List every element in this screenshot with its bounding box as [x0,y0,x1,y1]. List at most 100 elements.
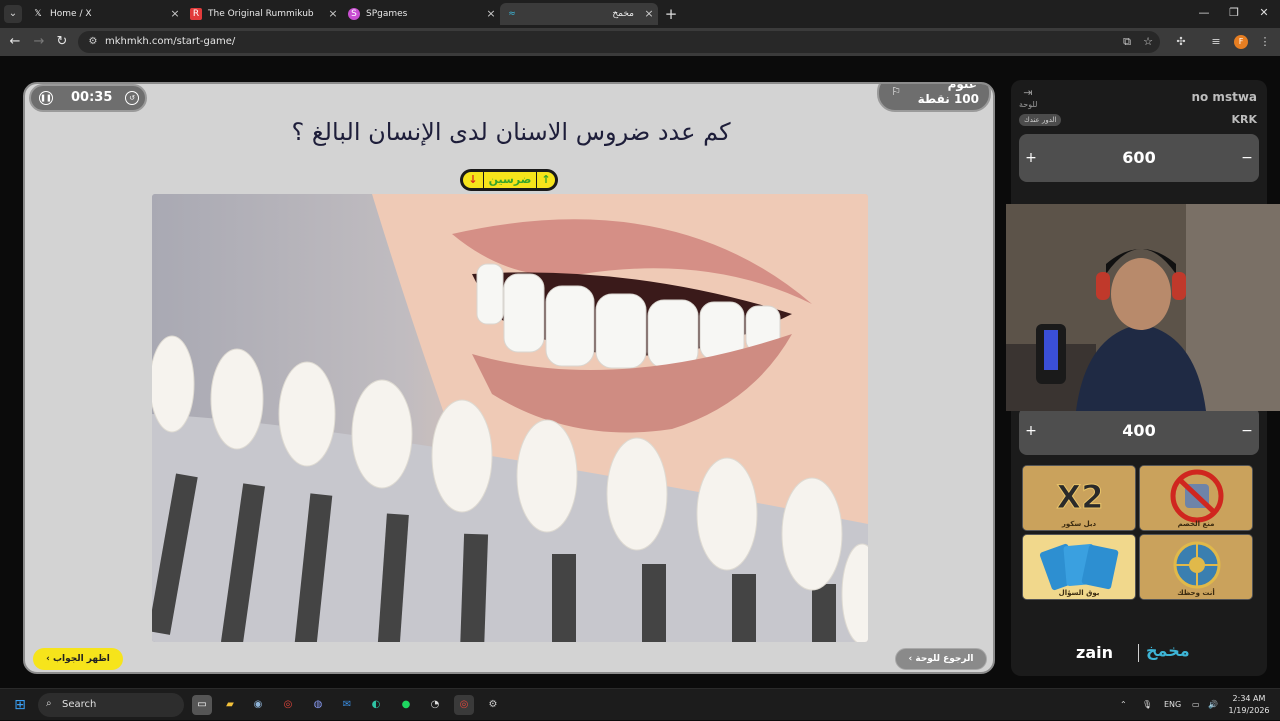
forward-arrow-icon[interactable]: → [30,33,48,51]
edge-icon[interactable]: ◐ [366,695,386,715]
back-to-board-button[interactable]: ‹ الرجوع للوحة [895,648,987,670]
tab-mkhmkh[interactable]: ≈ مخمخ × [500,3,658,25]
chrome-icon[interactable]: ◎ [278,695,298,715]
language-indicator[interactable]: ENG [1164,689,1181,721]
steam-icon[interactable]: ◉ [248,695,268,715]
clock-time: 2:34 AM [1232,694,1266,703]
helper-caption: دبل سكور [1061,520,1097,528]
menu-dots-icon[interactable]: ⋮ [1256,33,1274,51]
back-to-board-label: الرجوع للوحة [915,654,974,664]
close-tab-icon[interactable]: × [484,3,498,25]
mail-icon[interactable]: ✉ [337,695,357,715]
chrome-active-icon[interactable]: ◎ [454,695,474,715]
svg-text:X2: X2 [1057,478,1104,516]
search-label: Search [62,699,97,710]
helper-luck-wheel[interactable]: أنت وحظك [1139,534,1253,600]
minimize-button[interactable]: — [1194,4,1214,22]
reset-timer-icon[interactable]: ↺ [125,91,139,105]
category-pill: ⚐ علوم 100 نقطة [877,82,991,112]
team1-minus-button[interactable]: − [1237,146,1257,170]
close-tab-icon[interactable]: × [168,3,182,25]
tab-title: SPgames [366,9,408,19]
team1-score-box: + 600 − [1019,134,1259,182]
question-panel: ❚❚ 00:35 ↺ ⚐ علوم 100 نقطة كم عدد ضروس ا… [23,82,995,674]
category-name: علوم [947,82,977,91]
discord-icon[interactable]: ◍ [308,695,328,715]
url-text: mkhmkh.com/start-game/ [105,36,236,47]
tab-rummikub[interactable]: R The Original Rummikub × [184,3,342,25]
teeth-photo [152,194,868,642]
exit-board-label: للوحة [1019,100,1038,109]
windows-start-icon[interactable]: ⊞ [10,695,30,715]
arrow-down-icon[interactable]: ↓ [463,172,483,188]
pause-icon[interactable]: ❚❚ [39,91,53,105]
app-icon[interactable]: ◔ [425,695,445,715]
webcam-overlay [1006,204,1280,411]
tab-search-button[interactable]: ⌄ [4,5,22,23]
team2-plus-button[interactable]: + [1021,419,1041,443]
microphone-icon[interactable]: 🎙 [1142,689,1152,721]
helper-caption: منع الخصم [1177,520,1215,528]
taskbar-clock[interactable]: 2:34 AM 1/19/2026 [1224,693,1274,717]
volume-icon[interactable]: 🔊 [1208,689,1218,721]
site-info-icon[interactable]: ⚙ [86,35,100,49]
category-points: 100 نقطة [917,92,979,106]
install-app-icon[interactable]: ⧉ [1118,33,1136,51]
new-tab-button[interactable]: + [664,4,678,24]
helper-block-opponent[interactable]: منع الخصم [1139,465,1253,531]
tab-title: The Original Rummikub [208,9,314,19]
rummikub-icon: R [190,8,202,20]
brand-zain: zain [1076,643,1113,662]
brand-divider [1138,644,1139,662]
profile-avatar[interactable]: F [1234,35,1248,49]
network-icon[interactable]: ▭ [1192,689,1200,721]
spgames-icon: S [348,8,360,20]
browser-toolbar: ← → ↻ ⚙ mkhmkh.com/start-game/ ⧉ ☆ ✣ ≡ F… [0,28,1280,56]
exit-board-icon[interactable]: ⇥ [1021,86,1035,100]
tray-chevron-icon[interactable]: ⌃ [1120,689,1127,721]
timer-value: 00:35 [71,90,113,105]
task-view-icon[interactable]: ▭ [192,695,212,715]
tab-home-x[interactable]: 𝕏 Home / X × [26,3,184,25]
turn-badge: الدور عندك [1019,114,1062,126]
tab-title: مخمخ [612,9,634,19]
restore-button[interactable]: ❐ [1224,4,1244,22]
settings-gear-icon[interactable]: ⚙ [483,695,503,715]
flag-icon[interactable]: ⚐ [889,84,903,100]
address-bar[interactable]: ⚙ mkhmkh.com/start-game/ [78,31,1160,53]
spotify-icon[interactable]: ● [396,695,416,715]
tab-spgames[interactable]: S SPgames × [342,3,500,25]
show-answer-label: اظهر الجواب [52,654,110,664]
x-icon: 𝕏 [34,9,42,19]
taskbar-search[interactable]: ⌕ Search [38,693,184,717]
team1-name: no mstwa [1191,90,1257,104]
close-tab-icon[interactable]: × [326,3,340,25]
webcam-image [1006,204,1280,411]
question-image [152,194,868,642]
tab-title: Home / X [50,9,92,19]
powerup-label: ضرسين [484,172,536,188]
close-tab-icon[interactable]: × [642,3,656,25]
back-arrow-icon[interactable]: ← [6,33,24,51]
helper-call-friend[interactable]: بوق السؤال [1022,534,1136,600]
timer-pill: ❚❚ 00:35 ↺ [29,84,147,112]
browser-tab-bar: ⌄ 𝕏 Home / X × R The Original Rummikub ×… [0,0,1280,28]
helper-caption: أنت وحظك [1177,589,1215,597]
team2-minus-button[interactable]: − [1237,419,1257,443]
close-window-button[interactable]: ✕ [1254,4,1274,22]
team1-plus-button[interactable]: + [1021,146,1041,170]
team2-name: KRK [1231,113,1257,126]
arrow-up-icon[interactable]: ↑ [537,172,555,188]
file-explorer-icon[interactable]: ▰ [220,695,240,715]
page-content: ❚❚ 00:35 ↺ ⚐ علوم 100 نقطة كم عدد ضروس ا… [0,56,1280,688]
brand-logo: مخمخ [1146,641,1190,660]
reload-icon[interactable]: ↻ [53,33,71,51]
team2-score-box: + 400 − [1019,407,1259,455]
extensions-icon[interactable]: ✣ [1172,33,1190,51]
show-answer-button[interactable]: ‹ اظهر الجواب [33,648,123,670]
bookmark-star-icon[interactable]: ☆ [1139,33,1157,51]
helper-double-score[interactable]: X2 دبل سكور [1022,465,1136,531]
media-control-icon[interactable]: ≡ [1207,33,1225,51]
windows-taskbar: ⊞ ⌕ Search ▭ ▰ ◉ ◎ ◍ ✉ ◐ ● ◔ ◎ ⚙ ⌃ 🎙 ENG… [0,688,1280,720]
question-text: كم عدد ضروس الاسنان لدى الإنسان البالغ ؟ [291,118,731,146]
